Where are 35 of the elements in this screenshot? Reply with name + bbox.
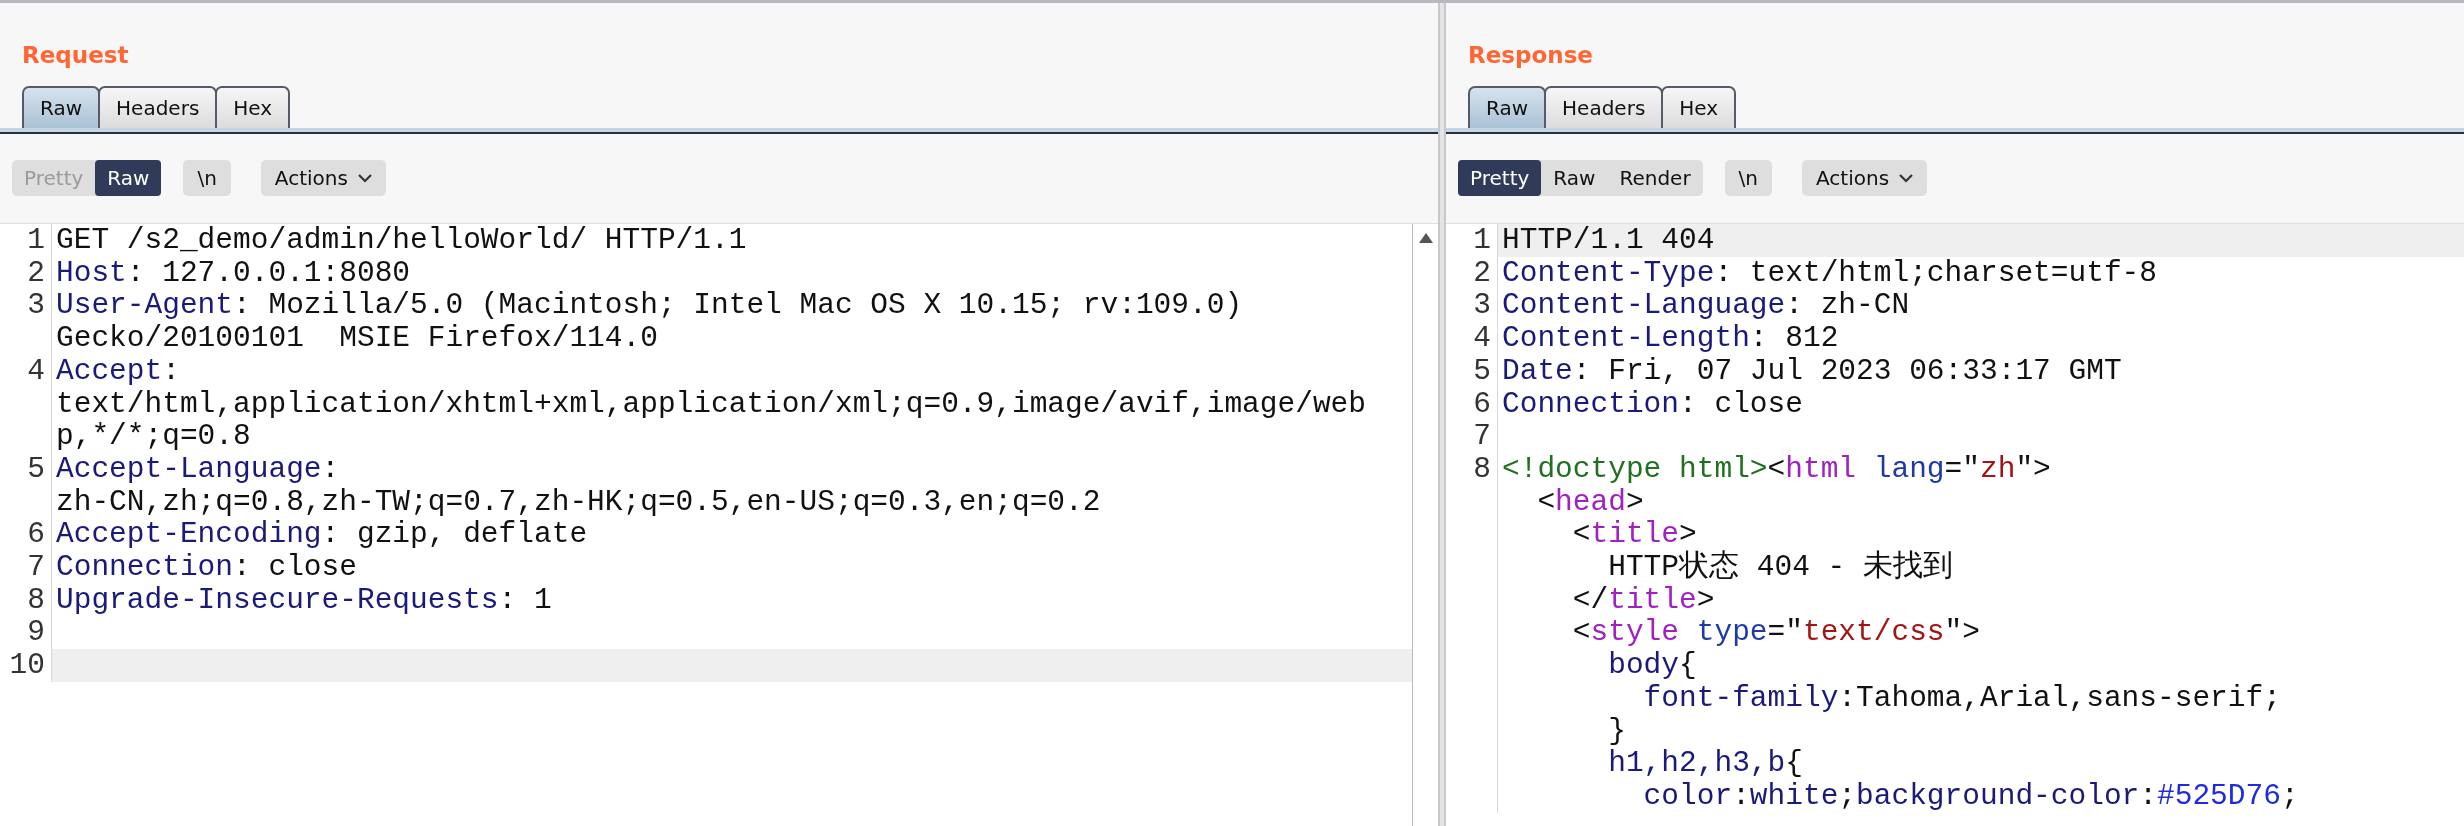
code-line: Accept: text/html,application/xhtml+xml,application/xml;q=0.9,image/avif,image/web p,*/*;q=0.8 bbox=[55, 354, 1367, 453]
newline-toggle-button[interactable]: \n bbox=[1724, 160, 1773, 196]
tab[interactable]: Hex bbox=[1661, 86, 1737, 128]
actions-button[interactable]: Actions bbox=[1802, 160, 1928, 196]
code-line: Upgrade-Insecure-Requests: 1 bbox=[55, 583, 553, 617]
code-editor[interactable] bbox=[0, 223, 1438, 826]
tab[interactable]: Raw bbox=[1468, 86, 1547, 128]
actions-button[interactable]: Actions bbox=[260, 160, 386, 196]
code-line: Content-Language: zh-CN bbox=[1501, 289, 1911, 323]
caret-icon bbox=[1899, 173, 1914, 183]
code-line: Date: Fri, 07 Jul 2023 06:33:17 GMT bbox=[1501, 354, 2123, 388]
code-line: Connection: close bbox=[1501, 387, 1804, 421]
view-mode-button[interactable]: Raw bbox=[95, 160, 162, 196]
tab[interactable]: Headers bbox=[1544, 86, 1664, 128]
code-line: Accept-Encoding: gzip, deflate bbox=[55, 518, 589, 552]
code-line: Accept-Language: zh-CN,zh;q=0.8,zh-TW;q=0.7,zh-HK;q=0.5,en-US;q=0.3,en;q=0.2 bbox=[55, 452, 1102, 519]
code-line: <!doctype html><html lang="zh"> <head> <title> HTTP状态 404 - 未找到 </title> <style type="text/css"> body{ font-family:Tahoma,Arial,sans-serif; } h1,h2,h3,b{ color:white;background-color:#525D76; bbox=[1501, 452, 2300, 813]
code-editor[interactable] bbox=[1446, 223, 2464, 826]
newline-toggle-button[interactable]: \n bbox=[183, 160, 231, 196]
tab[interactable]: Hex bbox=[215, 86, 291, 128]
panel-title: Response bbox=[1467, 41, 1594, 70]
code-line: Content-Length: 812 bbox=[1501, 322, 1840, 355]
caret-icon bbox=[357, 173, 372, 183]
tab[interactable]: Headers bbox=[98, 86, 218, 128]
code-line: Host: 127.0.0.1:8080 bbox=[55, 256, 412, 290]
code-line: Connection: close bbox=[55, 551, 358, 584]
scroll-up-arrow-icon[interactable] bbox=[1417, 232, 1434, 244]
code-line: Content-Type: text/html;charset=utf-8 bbox=[1501, 256, 2158, 290]
code-line: GET /s2_demo/admin/helloWorld/ HTTP/1.1 bbox=[55, 224, 748, 257]
view-mode-button[interactable]: Render bbox=[1607, 160, 1703, 196]
code-line: User-Agent: Mozilla/5.0 (Macintosh; Intel Mac OS X 10.15; rv:109.0) Gecko/20100101 MSIE Firefox/114.0 bbox=[55, 289, 1244, 355]
panel-title: Request bbox=[21, 41, 130, 70]
view-mode-button[interactable]: Pretty bbox=[1458, 160, 1542, 196]
view-mode-button[interactable]: Raw bbox=[1541, 160, 1608, 196]
tab[interactable]: Raw bbox=[22, 86, 101, 128]
